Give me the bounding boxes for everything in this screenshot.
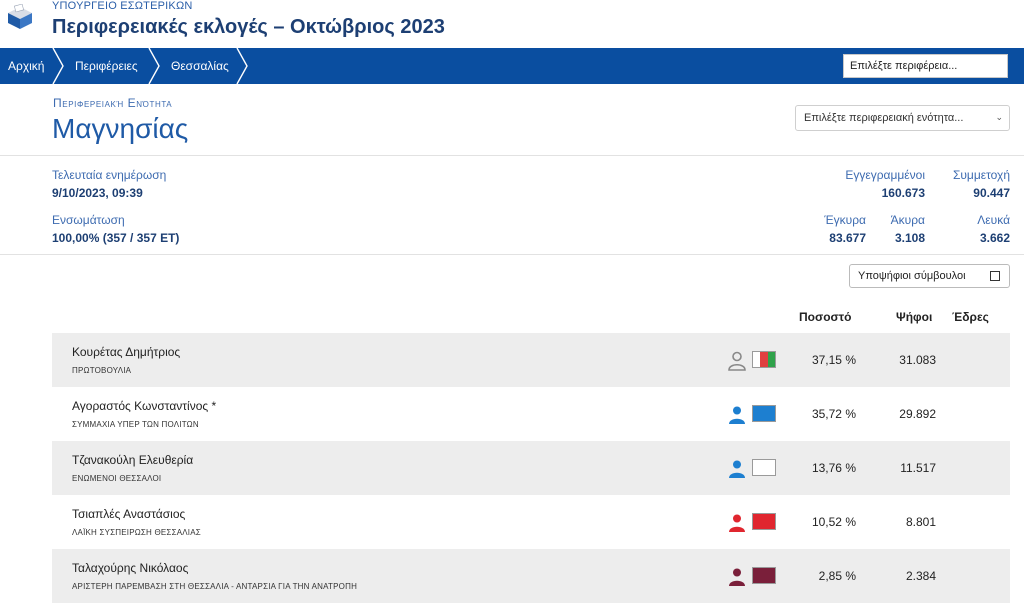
region-select[interactable]: Επιλέξτε περιφέρεια... [843,54,1008,78]
chevron-down-icon: ⌄ [995,112,1003,122]
person-icon [729,568,745,586]
result-row[interactable]: Τσιαπλές Αναστάσιος ΛΑΪΚΗ ΣΥΣΠΕΙΡΩΣΗ ΘΕΣ… [52,495,1010,549]
candidate-name: Ταλαχούρης Νικόλαος [72,561,189,575]
site-header: ΥΠΟΥΡΓΕΙΟ ΕΣΩΤΕΡΙΚΩΝ Περιφερειακές εκλογ… [0,0,1024,48]
votes-value: 11.517 [900,461,936,475]
party-name: ΣΥΜΜΑΧΙΑ ΥΠΕΡ ΤΩΝ ΠΟΛΙΤΩΝ [72,420,199,429]
unit-select-placeholder: Επιλέξτε περιφερειακή ενότητα... [804,112,964,124]
turnout-label: Συμμετοχή [952,168,1010,182]
page-title: Περιφερειακές εκλογές – Οκτώβριος 2023 [52,16,445,38]
checkbox-icon [990,271,1000,281]
person-icon [728,351,746,371]
votes-value: 29.892 [899,407,936,421]
party-name: ΠΡΩΤΟΒΟΥΛΙΑ [72,366,132,375]
divider [0,254,1024,255]
last-update-value: 9/10/2023, 09:39 [52,186,143,200]
percent-value: 37,15 % [811,353,856,367]
valid-label: Έγκυρα [824,213,866,227]
person-icon [729,460,745,478]
candidate-name: Τσιαπλές Αναστάσιος [72,507,186,521]
votes-value: 31.083 [899,353,936,367]
turnout-value: 90.447 [973,186,1010,200]
breadcrumb-thessaly[interactable]: Θεσσαλίας [171,48,229,84]
chevron-right-icon [236,48,248,84]
last-update-label: Τελευταία ενημέρωση [52,168,167,182]
party-color-swatch [752,351,776,368]
invalid-value: 3.108 [894,231,925,245]
unit-name: Μαγνησίας [52,113,189,144]
breadcrumb-home[interactable]: Αρχική [8,48,44,84]
blank-value: 3.662 [979,231,1010,245]
valid-value: 83.677 [829,231,866,245]
unit-select[interactable]: Επιλέξτε περιφερειακή ενότητα... ⌄ [795,105,1010,131]
invalid-label: Άκυρα [890,213,925,227]
candidate-name: Τζανακούλη Ελευθερία [72,453,194,467]
divider [0,155,1024,156]
registered-label: Εγγεγραμμένοι [845,168,925,182]
chevron-right-icon [148,48,160,84]
votes-value: 8.801 [905,515,936,529]
result-row[interactable]: Ταλαχούρης Νικόλαος ΑΡΙΣΤΕΡΗ ΠΑΡΕΜΒΑΣΗ Σ… [52,549,1010,603]
result-row[interactable]: Αγοραστός Κωνσταντίνος * ΣΥΜΜΑΧΙΑ ΥΠΕΡ Τ… [52,387,1010,441]
candidate-name: Αγοραστός Κωνσταντίνος * [72,399,217,413]
party-color-swatch [752,405,776,422]
blank-label: Λευκά [977,213,1010,227]
toggle-label: Υποψήφιοι σύμβουλοι [858,270,966,282]
percent-value: 10,52 % [811,515,856,529]
column-votes: Ψήφοι [896,310,933,324]
percent-value: 13,76 % [811,461,856,475]
party-color-swatch [752,567,776,584]
ballot-box-icon [8,4,32,29]
breadcrumb-regions[interactable]: Περιφέρειες [75,48,138,84]
integration-value: 100,00% (357 / 357 ΕΤ) [52,231,180,245]
integration-label: Ενσωμάτωση [52,213,125,227]
result-row[interactable]: Τζανακούλη Ελευθερία ΕΝΩΜΕΝΟΙ ΘΕΣΣΑΛΟΙ 1… [52,441,1010,495]
votes-value: 2.384 [905,569,936,583]
party-name: ΛΑΪΚΗ ΣΥΣΠΕΙΡΩΣΗ ΘΕΣΣΑΛΙΑΣ [72,528,201,537]
column-seats: Έδρες [952,310,989,324]
column-percent: Ποσοστό [799,310,852,324]
percent-value: 2,85 % [818,569,856,583]
person-icon [729,514,745,532]
party-color-swatch [752,459,776,476]
registered-value: 160.673 [881,186,925,200]
unit-type-label: Περιφερειακή Ενότητα [53,96,173,110]
party-name: ΕΝΩΜΕΝΟΙ ΘΕΣΣΑΛΟΙ [72,474,162,483]
candidate-name: Κουρέτας Δημήτριος [72,345,181,359]
ministry-name: ΥΠΟΥΡΓΕΙΟ ΕΣΩΤΕΡΙΚΩΝ [52,0,193,12]
person-icon [729,406,745,424]
chevron-right-icon [52,48,64,84]
percent-value: 35,72 % [811,407,856,421]
result-row[interactable]: Κουρέτας Δημήτριος ΠΡΩΤΟΒΟΥΛΙΑ 37,15 % 3… [52,333,1010,387]
candidate-councillors-toggle[interactable]: Υποψήφιοι σύμβουλοι [849,264,1010,288]
party-color-swatch [752,513,776,530]
party-name: ΑΡΙΣΤΕΡΗ ΠΑΡΕΜΒΑΣΗ ΣΤΗ ΘΕΣΣΑΛΙΑ - ΑΝΤΑΡΣ… [72,582,358,591]
